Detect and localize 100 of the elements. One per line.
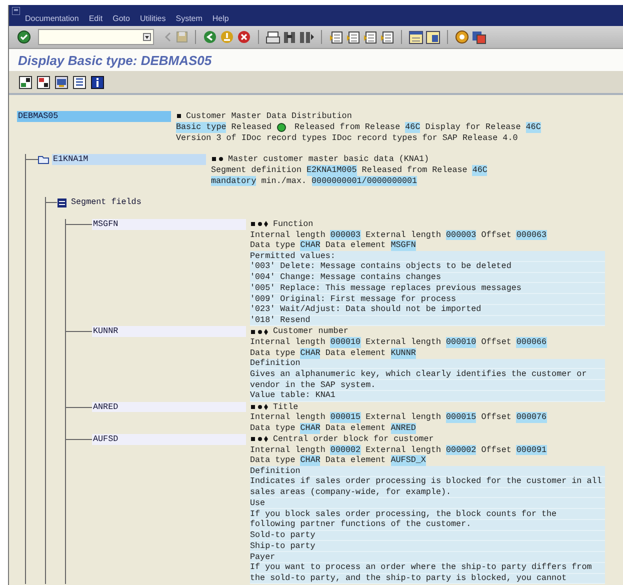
detail-text: Definition bbox=[250, 358, 300, 369]
detail-text: Definition bbox=[250, 466, 300, 476]
info-icon[interactable] bbox=[91, 76, 104, 88]
detail-text: Internal length bbox=[250, 337, 326, 348]
binoculars-icon[interactable] bbox=[300, 30, 314, 44]
detail-text: Indicates if sales order processing is blocked for the customer in all bbox=[250, 476, 602, 487]
detail-text: Sold-to party bbox=[250, 530, 316, 541]
page-icon[interactable] bbox=[346, 30, 360, 44]
node-label[interactable]: MSGFN bbox=[92, 218, 246, 230]
detail-text: '005' Replace: This message replaces previous messages bbox=[250, 282, 522, 294]
tree-expand-icon[interactable] bbox=[19, 76, 32, 88]
window-layout-icon[interactable] bbox=[426, 30, 440, 44]
detail-text: Internal length bbox=[250, 230, 326, 240]
detail-text: following partner functions of the customer. bbox=[250, 519, 472, 530]
node-label[interactable]: DEBMAS05 bbox=[17, 111, 171, 122]
menu-item[interactable]: Help bbox=[210, 14, 229, 23]
screen-title: Display Basic type: DEBMAS05 bbox=[18, 52, 212, 68]
node-label[interactable]: Segment fields bbox=[70, 197, 142, 208]
markers-icon bbox=[250, 220, 269, 228]
detail-text: '004' Change: Message contains changes bbox=[250, 272, 441, 283]
markers-icon bbox=[211, 155, 224, 164]
detail-text: Data element bbox=[324, 240, 387, 251]
detail-value: 46C bbox=[526, 122, 541, 132]
menu-item[interactable]: Edit bbox=[86, 14, 103, 23]
detail-value: 0000000001/0000000001 bbox=[312, 176, 418, 186]
page-icon[interactable] bbox=[329, 30, 343, 44]
detail-text: vendor in the SAP system. bbox=[250, 380, 376, 390]
detail-text: Internal length bbox=[250, 444, 326, 456]
detail-value: 000010 bbox=[446, 337, 476, 348]
detail-text: External length bbox=[364, 412, 442, 423]
detail-text: Offset bbox=[480, 230, 512, 240]
page-icon[interactable] bbox=[363, 30, 377, 44]
menu-item[interactable]: System bbox=[174, 14, 202, 23]
detail-value: E2KNA1M005 bbox=[306, 164, 357, 176]
window-layout-icon[interactable] bbox=[409, 30, 423, 44]
detail-text: the sold-to party, and the ship-to party is blocked, you cannot bbox=[250, 573, 567, 584]
tree-collapse-icon[interactable] bbox=[37, 76, 50, 88]
help-icon[interactable] bbox=[455, 30, 469, 44]
node-description: Customer number bbox=[273, 326, 348, 337]
detail-value: 000002 bbox=[330, 444, 361, 456]
detail-value: MSGFN bbox=[390, 240, 416, 251]
screen-icon[interactable] bbox=[55, 76, 68, 88]
check-icon[interactable] bbox=[17, 30, 31, 44]
detail-value: 000010 bbox=[330, 337, 361, 348]
node-description: Master customer master basic data (KNA1) bbox=[228, 154, 430, 165]
markers-icon bbox=[250, 328, 269, 336]
detail-value: 46C bbox=[405, 122, 420, 132]
node-label[interactable]: AUFSD bbox=[92, 434, 246, 444]
detail-text: Offset bbox=[480, 337, 512, 348]
detail-text: Data type bbox=[250, 455, 296, 466]
detail-value: mandatory bbox=[211, 176, 256, 186]
node-label[interactable]: ANRED bbox=[92, 402, 246, 412]
detail-text: Data element bbox=[324, 455, 387, 466]
detail-text: If you want to process an order where the ship-to party differs from bbox=[250, 562, 592, 573]
detail-value: 000015 bbox=[330, 412, 361, 423]
command-field[interactable] bbox=[38, 29, 154, 45]
detail-text: min./max. bbox=[260, 176, 308, 186]
dropdown-icon[interactable] bbox=[143, 33, 151, 41]
detail-text: Released from Release bbox=[360, 164, 468, 176]
back-icon[interactable] bbox=[203, 30, 217, 44]
detail-text: Ship-to party bbox=[250, 540, 316, 552]
menu-item[interactable]: Goto bbox=[110, 14, 130, 23]
node-description: Customer Master Data Distribution bbox=[186, 111, 352, 122]
page-icon[interactable] bbox=[380, 30, 394, 44]
detail-text: Value table: KNA1 bbox=[250, 390, 336, 401]
print-icon[interactable] bbox=[266, 30, 280, 44]
detail-text: '023' Wait/Adjust: Data should not be imported bbox=[250, 304, 482, 315]
detail-text: Data type bbox=[250, 348, 296, 358]
detail-text: External length bbox=[364, 444, 442, 456]
menu-item[interactable]: Utilities bbox=[138, 14, 166, 23]
detail-value: 000063 bbox=[516, 230, 547, 240]
detail-value: 000002 bbox=[446, 444, 476, 456]
detail-value: 000076 bbox=[516, 412, 547, 423]
detail-value: CHAR bbox=[300, 423, 320, 434]
detail-text: '018' Resend bbox=[250, 315, 310, 326]
detail-text: Data element bbox=[324, 423, 387, 434]
detail-text: Segment definition bbox=[211, 164, 302, 176]
detail-text: Permitted values: bbox=[250, 250, 336, 262]
detail-value: 000015 bbox=[446, 412, 476, 423]
monitor-icon[interactable] bbox=[472, 30, 486, 44]
menu-item[interactable]: Documentation bbox=[23, 14, 79, 23]
list-icon[interactable] bbox=[73, 76, 86, 88]
detail-text: '003' Delete: Message contains objects to be deleted bbox=[250, 261, 512, 272]
node-label[interactable]: E1KNA1M bbox=[52, 154, 206, 165]
window-icon[interactable] bbox=[12, 7, 20, 15]
folder-icon[interactable] bbox=[38, 155, 49, 164]
detail-value: ANRED bbox=[390, 423, 416, 434]
node-label[interactable]: KUNNR bbox=[92, 326, 246, 337]
detail-text: '009' Original: First message for process bbox=[250, 294, 456, 304]
table-icon[interactable] bbox=[57, 198, 67, 208]
detail-text: Display for Release bbox=[424, 122, 522, 132]
detail-value: 000003 bbox=[446, 230, 476, 240]
markers-icon bbox=[250, 435, 269, 444]
cancel-icon[interactable] bbox=[237, 30, 251, 44]
binoculars-icon[interactable] bbox=[283, 30, 297, 44]
detail-value: 000003 bbox=[330, 230, 361, 240]
detail-value: KUNNR bbox=[390, 348, 416, 358]
detail-value: 46C bbox=[472, 164, 488, 176]
detail-text: Payer bbox=[250, 552, 276, 562]
detail-value: CHAR bbox=[300, 240, 320, 251]
